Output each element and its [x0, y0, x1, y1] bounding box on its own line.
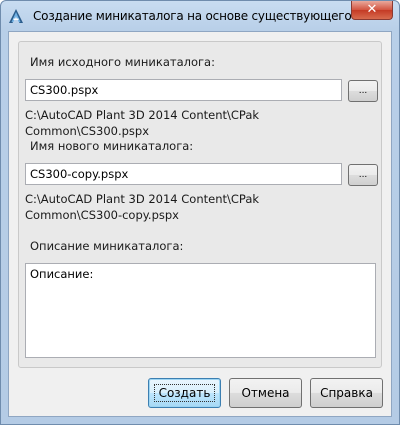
description-textarea[interactable]: Описание:: [25, 263, 376, 358]
window-title: Создание миникаталога на основе существу…: [33, 9, 363, 23]
source-catalog-label: Имя исходного миникаталога:: [30, 55, 215, 69]
new-catalog-path: C:\AutoCAD Plant 3D 2014 Content\CPak Co…: [25, 192, 260, 222]
create-button[interactable]: Создать: [148, 378, 221, 408]
description-label: Описание миникаталога:: [30, 239, 184, 253]
title-bar[interactable]: Создание миникаталога на основе существу…: [1, 1, 399, 31]
new-browse-button[interactable]: ...: [348, 164, 378, 186]
autocad-plant-a-icon: [8, 8, 24, 24]
create-button-label: Создать: [153, 384, 216, 402]
dialog-window: Создание миникаталога на основе существу…: [0, 0, 400, 425]
source-catalog-input[interactable]: CS300.pspx: [25, 79, 342, 101]
cancel-button[interactable]: Отмена: [229, 378, 302, 408]
close-icon: ✕: [366, 2, 378, 17]
source-browse-button[interactable]: ...: [348, 80, 378, 102]
help-button[interactable]: Справка: [310, 378, 383, 408]
close-button[interactable]: ✕: [351, 1, 393, 20]
source-catalog-path: C:\AutoCAD Plant 3D 2014 Content\CPak Co…: [25, 108, 260, 138]
form-panel: Имя исходного миникаталога: CS300.pspx .…: [18, 41, 382, 368]
new-catalog-label: Имя нового миникаталога:: [30, 139, 194, 153]
dialog-client-area: Имя исходного миникаталога: CS300.pspx .…: [8, 31, 392, 417]
new-catalog-input[interactable]: CS300-copy.pspx: [25, 163, 342, 185]
